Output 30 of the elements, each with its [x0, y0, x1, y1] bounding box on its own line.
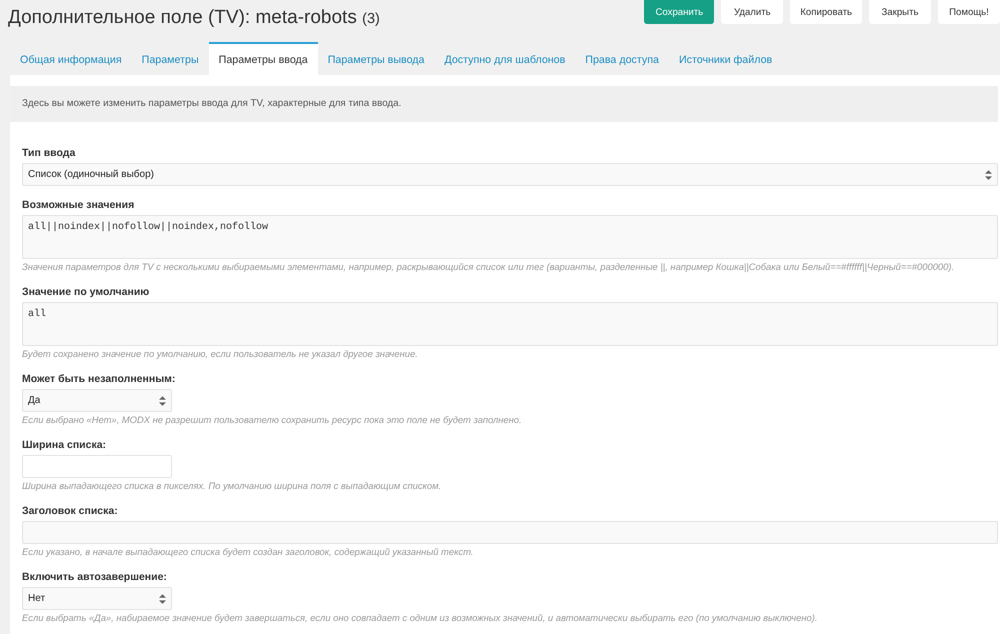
select-field[interactable]: Да [22, 389, 172, 412]
close-button[interactable]: Закрыть [869, 0, 931, 24]
input-field[interactable] [22, 521, 998, 544]
field-label: Заголовок списка: [22, 504, 119, 518]
field-label: Ширина списка: [22, 438, 108, 452]
field-hint: Если выбрать «Да», набираемое значение будет завершаться, если оно совпадает с одним из возможных значений, и автоматически выбирать его (по умолчанию выключено). [22, 612, 818, 624]
field-label: Возможные значения [22, 198, 136, 212]
field-hint: Если выбрано «Нет», MODX не разрешит пользователю сохранить ресурс пока это поле не будет заполнено. [22, 414, 523, 426]
field-hint: Значения параметров для TV с несколькими выбираемыми элементами, например, раскрывающийся список или тег (варианты, разделенные ||, например Кошка||Собака или Белый==#ffffff||Черный==#000000). [22, 261, 956, 273]
field-label: Тип ввода [22, 146, 76, 160]
field-label: Включить автозавершение: [22, 570, 168, 584]
select-field[interactable]: Список (одиночный выбор) [22, 163, 998, 186]
field-label: Значение по умолчанию [22, 285, 150, 299]
textarea-field[interactable]: all||noindex||nofollow||noindex,nofollow [22, 215, 998, 259]
sort-arrows-icon [159, 396, 166, 406]
select-field[interactable]: Нет [22, 587, 172, 610]
input-field[interactable] [22, 455, 172, 478]
field-hint: Ширина выпадающего списка в пикселях. По умолчанию ширина поля с выпадающим списком. [22, 480, 442, 492]
sort-arrows-icon [159, 594, 166, 604]
tab[interactable]: Параметры ввода [208, 42, 318, 75]
textarea-field[interactable]: all [22, 302, 998, 346]
copy-button[interactable]: Копировать [790, 0, 862, 24]
info-bar: Здесь вы можете изменить параметры ввода для TV, характерные для типа ввода. [10, 86, 998, 122]
sort-arrows-icon [985, 170, 992, 180]
field-hint: Если указано, в начале выпадающего списка будет создан заголовок, содержащий указанный текст. [22, 546, 474, 558]
help-button[interactable]: Помощь! [938, 0, 1000, 24]
field-label: Может быть незаполненным: [22, 372, 176, 386]
delete-button[interactable]: Удалить [721, 0, 784, 24]
field-hint: Будет сохранено значение по умолчанию, если пользователь не указал другое значение. [22, 348, 419, 360]
page-title: Дополнительное поле (TV): meta-robots (3) [7, 6, 380, 30]
